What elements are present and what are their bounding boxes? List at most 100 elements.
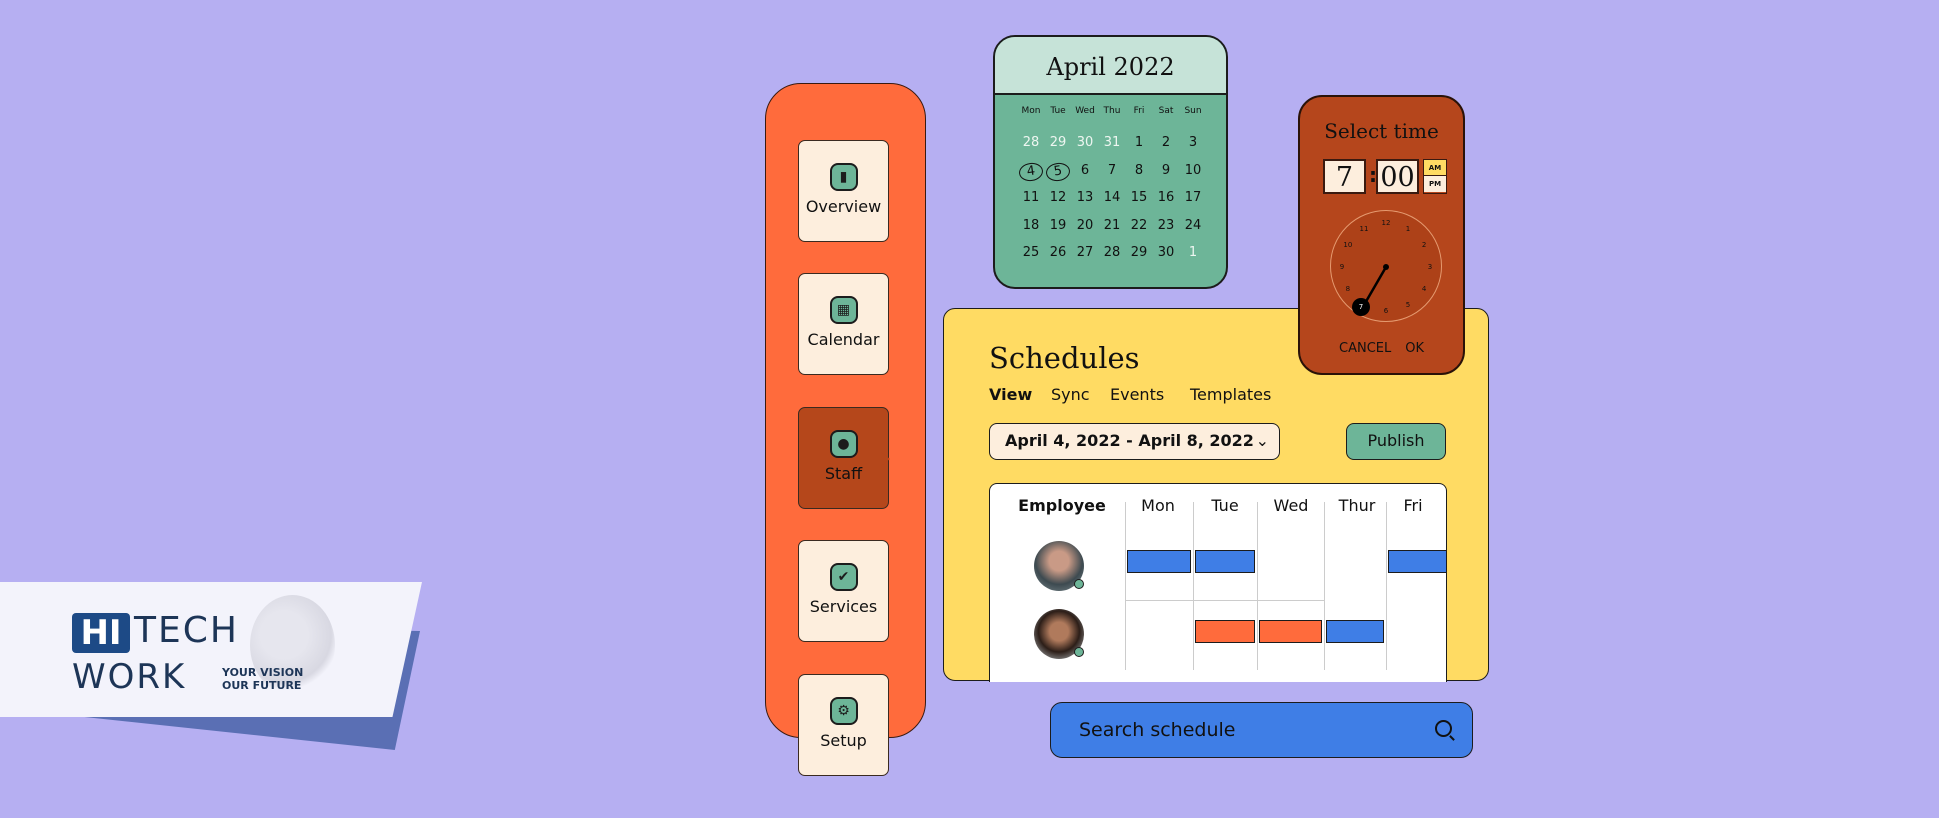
clock-dial[interactable]: 12 1 2 3 4 5 6 7 8 9 10 11 bbox=[1330, 210, 1442, 322]
sidebar-item-services[interactable]: ✔ Services bbox=[798, 540, 889, 642]
search-input[interactable]: Search schedule bbox=[1050, 702, 1473, 758]
calendar-day[interactable]: 11 bbox=[1018, 190, 1044, 205]
calendar-day[interactable]: 31 bbox=[1099, 135, 1125, 150]
calendar-day[interactable]: 19 bbox=[1045, 218, 1071, 233]
shift-bar-blue[interactable] bbox=[1127, 550, 1191, 573]
sidebar-item-label: Overview bbox=[805, 197, 882, 216]
pm-button[interactable]: PM bbox=[1424, 176, 1446, 192]
logo-tech: TECH bbox=[134, 610, 239, 651]
avatar[interactable] bbox=[1034, 609, 1084, 659]
calendar-day[interactable]: 23 bbox=[1153, 218, 1179, 233]
calendar-day[interactable]: 26 bbox=[1045, 245, 1071, 260]
calendar-day[interactable]: 4 bbox=[1017, 160, 1045, 183]
calendar-day[interactable]: 2 bbox=[1153, 135, 1179, 150]
column-divider bbox=[1324, 502, 1325, 670]
clock-number-9[interactable]: 9 bbox=[1340, 263, 1344, 271]
weekday-fri: Fri bbox=[1133, 106, 1145, 116]
publish-button[interactable]: Publish bbox=[1346, 423, 1446, 460]
column-header-tue: Tue bbox=[1211, 496, 1239, 515]
weekday-mon: Mon bbox=[1021, 106, 1041, 116]
chevron-down-icon: ⌄ bbox=[1255, 431, 1269, 450]
schedule-table: Employee Mon Tue Wed Thur Fri bbox=[989, 483, 1447, 682]
calendar-day[interactable]: 10 bbox=[1180, 163, 1206, 178]
column-header-wed: Wed bbox=[1273, 496, 1309, 515]
calendar-day[interactable]: 24 bbox=[1180, 218, 1206, 233]
calendar-day[interactable]: 15 bbox=[1126, 190, 1152, 205]
tagline-line-2: OUR FUTURE bbox=[222, 679, 302, 692]
clock-number-7[interactable]: 7 bbox=[1359, 303, 1363, 311]
sidebar-item-setup[interactable]: ⚙ Setup bbox=[798, 674, 889, 776]
calendar-day[interactable]: 16 bbox=[1153, 190, 1179, 205]
shift-bar-blue[interactable] bbox=[1326, 620, 1384, 643]
calendar-day[interactable]: 25 bbox=[1018, 245, 1044, 260]
tagline-line-1: YOUR VISION bbox=[222, 666, 304, 679]
calendar-day[interactable]: 27 bbox=[1072, 245, 1098, 260]
tab-templates[interactable]: Templates bbox=[1190, 385, 1271, 404]
date-range-select[interactable]: April 4, 2022 - April 8, 2022 ⌄ bbox=[989, 423, 1280, 460]
clock-number-12[interactable]: 12 bbox=[1382, 219, 1391, 227]
clock-number-1[interactable]: 1 bbox=[1406, 225, 1410, 233]
shift-bar-blue[interactable] bbox=[1195, 550, 1255, 573]
search-icon[interactable] bbox=[1435, 720, 1452, 737]
clock-number-10[interactable]: 10 bbox=[1343, 241, 1352, 249]
column-header-thur: Thur bbox=[1338, 496, 1376, 515]
shift-bar-orange[interactable] bbox=[1259, 620, 1322, 643]
calendar-day[interactable]: 18 bbox=[1018, 218, 1044, 233]
clock-number-11[interactable]: 11 bbox=[1360, 225, 1369, 233]
calendar-day[interactable]: 30 bbox=[1072, 135, 1098, 150]
calendar-day[interactable]: 13 bbox=[1072, 190, 1098, 205]
calendar-day[interactable]: 21 bbox=[1099, 218, 1125, 233]
ok-button[interactable]: OK bbox=[1405, 341, 1424, 356]
calendar-day[interactable]: 28 bbox=[1099, 245, 1125, 260]
cancel-button[interactable]: CANCEL bbox=[1339, 341, 1391, 356]
column-header-mon: Mon bbox=[1141, 496, 1175, 515]
calendar-day[interactable]: 14 bbox=[1099, 190, 1125, 205]
calendar-day[interactable]: 8 bbox=[1126, 163, 1152, 178]
shield-check-icon: ✔ bbox=[829, 563, 858, 591]
calendar-day[interactable]: 20 bbox=[1072, 218, 1098, 233]
page-title: Schedules bbox=[989, 341, 1140, 375]
calendar-day[interactable]: 30 bbox=[1153, 245, 1179, 260]
clock-number-3[interactable]: 3 bbox=[1428, 263, 1432, 271]
tab-events[interactable]: Events bbox=[1110, 385, 1164, 404]
calendar-day[interactable]: 22 bbox=[1126, 218, 1152, 233]
clock-number-4[interactable]: 4 bbox=[1422, 285, 1426, 293]
calendar-day[interactable]: 3 bbox=[1180, 135, 1206, 150]
column-divider bbox=[1193, 502, 1194, 670]
clock-number-2[interactable]: 2 bbox=[1422, 241, 1426, 249]
calendar-day[interactable]: 7 bbox=[1099, 163, 1125, 178]
calendar-day[interactable]: 17 bbox=[1180, 190, 1206, 205]
tab-view[interactable]: View bbox=[989, 385, 1032, 404]
sidebar-item-label: Staff bbox=[824, 464, 863, 483]
sidebar-item-calendar[interactable]: ▦ Calendar bbox=[798, 273, 889, 375]
calendar-day[interactable]: 9 bbox=[1153, 163, 1179, 178]
minute-input[interactable]: 00 bbox=[1376, 159, 1419, 194]
am-button[interactable]: AM bbox=[1424, 160, 1446, 176]
search-placeholder: Search schedule bbox=[1079, 719, 1236, 741]
column-header-employee: Employee bbox=[1018, 496, 1106, 515]
time-picker: Select time 7 : 00 AM PM 12 1 2 3 4 5 6 7 8 9 10 11 … bbox=[1298, 95, 1465, 375]
clock-number-6[interactable]: 6 bbox=[1384, 307, 1388, 315]
time-picker-actions: CANCEL OK bbox=[1300, 341, 1463, 356]
calendar-day[interactable]: 29 bbox=[1045, 135, 1071, 150]
sidebar-item-staff[interactable]: ● Staff bbox=[798, 407, 890, 509]
calendar-day[interactable]: 29 bbox=[1126, 245, 1152, 260]
calendar-day[interactable]: 6 bbox=[1072, 163, 1098, 178]
weekday-wed: Wed bbox=[1075, 106, 1095, 116]
sidebar-item-overview[interactable]: ▮ Overview bbox=[798, 140, 889, 242]
column-header-fri: Fri bbox=[1403, 496, 1423, 515]
logo-hi: HI bbox=[72, 613, 130, 653]
clock-number-8[interactable]: 8 bbox=[1346, 285, 1350, 293]
calendar-day[interactable]: 12 bbox=[1045, 190, 1071, 205]
clock-number-5[interactable]: 5 bbox=[1406, 301, 1410, 309]
shift-bar-orange[interactable] bbox=[1195, 620, 1255, 643]
calendar-day[interactable]: 28 bbox=[1018, 135, 1044, 150]
shift-bar-blue[interactable] bbox=[1388, 550, 1446, 573]
hour-input[interactable]: 7 bbox=[1323, 159, 1366, 194]
calendar-day[interactable]: 1 bbox=[1180, 245, 1206, 260]
calendar-day[interactable]: 1 bbox=[1126, 135, 1152, 150]
tab-sync[interactable]: Sync bbox=[1051, 385, 1090, 404]
column-divider bbox=[1125, 502, 1126, 670]
calendar-day[interactable]: 5 bbox=[1044, 160, 1072, 183]
avatar[interactable] bbox=[1034, 541, 1084, 591]
